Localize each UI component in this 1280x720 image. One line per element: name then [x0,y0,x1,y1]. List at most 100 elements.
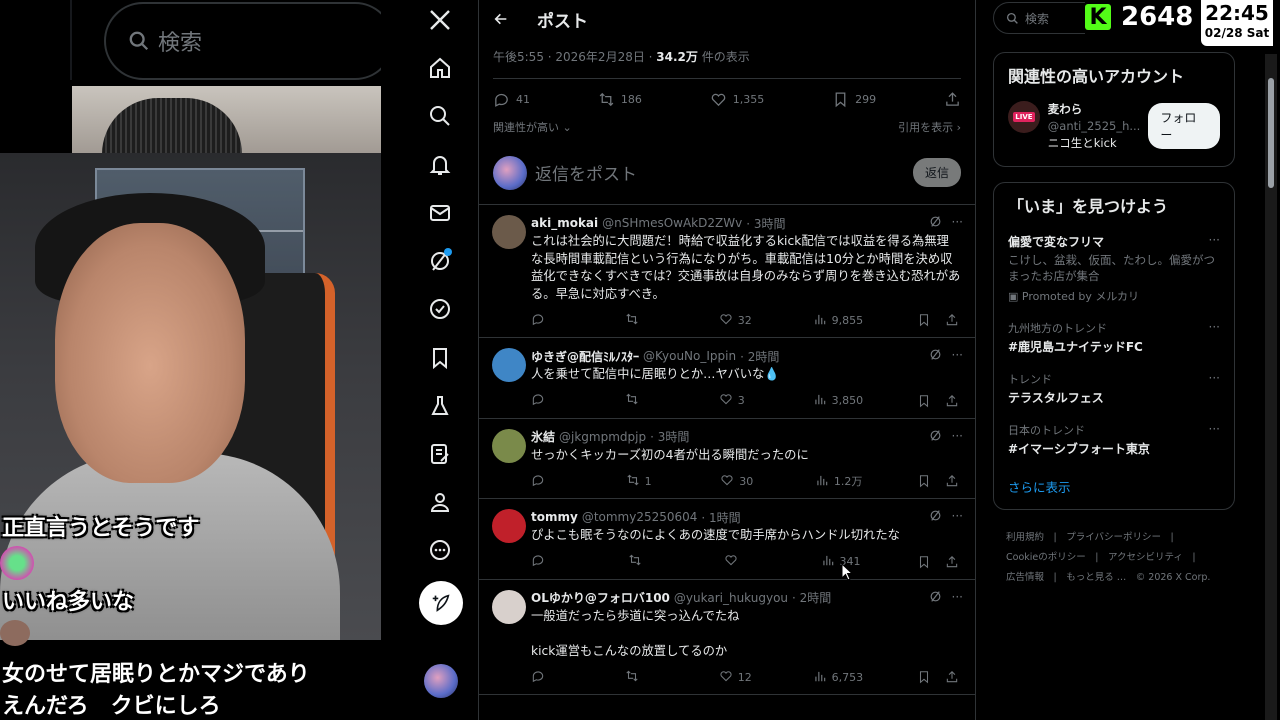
scrollbar-thumb[interactable] [1268,78,1274,188]
footer-link[interactable]: プライバシーポリシー [1066,532,1161,543]
bookmark-button[interactable] [917,474,931,488]
like-button[interactable]: 12 [719,669,759,686]
labs-icon[interactable] [416,382,464,430]
more-options-icon[interactable]: ··· [1209,422,1220,436]
like-button[interactable]: 32 [719,312,759,329]
trend-item[interactable]: 九州地方のトレンド #鹿児島ユナイテッドFC ··· [1008,320,1220,355]
grok-icon[interactable] [929,429,942,445]
repost-button[interactable] [628,553,668,570]
reply-tweet[interactable]: ゆきぎ@配信ﾐﾙﾉｽﾀｰ @KyouNo_Ippin · 2時間 ··· 人を乗… [479,338,975,419]
bookmark-button[interactable] [917,670,931,684]
bookmark-button[interactable] [917,555,931,569]
reply-tweet[interactable]: aki_mokai @nSHmesOwAkD2ZWv · 3時間 ··· これは… [479,205,975,338]
repost-button[interactable] [625,669,665,686]
view-quotes-link[interactable]: 引用を表示 › [898,119,961,141]
tweet-time[interactable]: · 3時間 [650,428,689,445]
reply-tweet[interactable]: 氷結 @jkgmpmdpjp · 3時間 ··· せっかくキッカーズ初の4者が出… [479,419,975,499]
tweet-author-handle[interactable]: @KyouNo_Ippin [643,349,736,363]
repost-button[interactable]: 1 [626,473,666,490]
bookmarks-icon[interactable] [416,334,464,382]
reply-button[interactable] [531,392,571,409]
share-button[interactable] [945,670,959,684]
back-arrow-icon[interactable] [493,11,509,27]
tweet-time[interactable]: · 2時間 [792,589,831,606]
like-count-button[interactable]: 1,355 [710,91,764,108]
compose-button[interactable] [419,581,463,625]
grok-icon[interactable] [929,509,942,525]
share-button[interactable] [945,474,959,488]
avatar[interactable] [492,509,526,543]
relevance-sort-dropdown[interactable]: 関連性が高い ⌄ [493,119,572,141]
reply-button[interactable]: 返信 [912,158,961,187]
post-timestamp[interactable]: 午後5:55 · 2026年2月28日 · [493,50,656,64]
tweet-author-handle[interactable]: @jkgmpmdpjp [559,430,646,444]
account-avatar[interactable] [424,664,458,698]
share-button[interactable] [944,91,961,108]
repost-count-button[interactable]: 186 [598,91,642,108]
premium-icon[interactable] [416,285,464,333]
account-row[interactable]: LIVE 麦わら @anti_2525_h... ニコ生とkick フォロー [1008,101,1220,152]
tweet-author-name[interactable]: 氷結 [531,428,555,445]
views-button[interactable]: 3,850 [813,392,863,409]
grok-icon[interactable] [929,590,942,606]
share-button[interactable] [945,394,959,408]
footer-link[interactable]: Cookieのポリシー [1006,552,1086,563]
follow-button[interactable]: フォロー [1148,103,1220,149]
bookmark-button[interactable] [917,313,931,327]
avatar[interactable] [492,348,526,382]
avatar[interactable] [492,215,526,249]
views-button[interactable]: 1.2万 [815,473,862,490]
share-button[interactable] [945,313,959,327]
reply-button[interactable] [531,312,571,329]
reply-input[interactable]: 返信をポスト [535,160,913,185]
grok-icon[interactable] [929,348,942,364]
tweet-author-handle[interactable]: @nSHmesOwAkD2ZWv [602,216,742,230]
trend-item[interactable]: 日本のトレンド #イマーシブフォート東京 ··· [1008,422,1220,457]
trend-item[interactable]: 偏愛で変なフリマ こけし、盆栽、仮面、たわし。偏愛がつまったお店が集合 ▣ Prom… [1008,233,1220,304]
more-options-icon[interactable]: ··· [952,348,963,364]
avatar[interactable] [492,589,526,624]
bookmark-count-button[interactable]: 299 [832,91,876,108]
tweet-time[interactable]: · 1時間 [701,509,740,526]
tweet-author-name[interactable]: tommy [531,510,578,524]
page-scrollbar[interactable] [1265,54,1277,720]
footer-link[interactable]: 利用規約 [1006,532,1044,543]
repost-button[interactable] [625,392,665,409]
tweet-author-name[interactable]: aki_mokai [531,216,598,230]
reply-tweet[interactable]: tommy @tommy25250604 · 1時間 ··· ぴよこも眠そうなの… [479,499,975,580]
profile-icon[interactable] [416,478,464,526]
reply-tweet[interactable]: OLゆかり@フォロバ100 @yukari_hukugyou · 2時間 ···… [479,580,975,695]
home-icon[interactable] [416,44,464,92]
share-button[interactable] [945,555,959,569]
more-options-icon[interactable]: ··· [952,215,963,231]
show-more-link[interactable]: さらに表示 [1008,477,1220,496]
notifications-icon[interactable] [416,141,464,189]
more-options-icon[interactable]: ··· [1209,233,1220,247]
views-button[interactable]: 6,753 [813,669,863,686]
footer-link[interactable]: アクセシビリティ [1108,552,1183,563]
more-options-icon[interactable]: ··· [952,509,963,525]
search-icon[interactable] [416,92,464,140]
tweet-author-name[interactable]: ゆきぎ@配信ﾐﾙﾉｽﾀｰ [531,348,639,365]
x-logo-icon[interactable] [416,0,464,44]
reply-count-button[interactable]: 41 [493,91,530,108]
tweet-time[interactable]: · 3時間 [746,215,785,232]
more-options-icon[interactable]: ··· [952,590,963,606]
footer-link[interactable]: 広告情報 [1006,572,1044,583]
tweet-author-handle[interactable]: @tommy25250604 [582,510,698,524]
messages-icon[interactable] [416,189,464,237]
avatar[interactable] [492,428,526,463]
views-button[interactable]: 9,855 [813,312,863,329]
reply-button[interactable] [531,473,571,490]
reply-button[interactable] [531,553,571,570]
reply-button[interactable] [531,669,571,686]
articles-icon[interactable] [416,430,464,478]
more-options-icon[interactable]: ··· [1209,371,1220,385]
grok-icon[interactable] [416,237,464,285]
like-button[interactable] [724,553,764,570]
grok-icon[interactable] [929,215,942,231]
bookmark-button[interactable] [917,394,931,408]
more-options-icon[interactable]: ··· [1209,320,1220,334]
repost-button[interactable] [625,312,665,329]
more-icon[interactable] [416,526,464,574]
